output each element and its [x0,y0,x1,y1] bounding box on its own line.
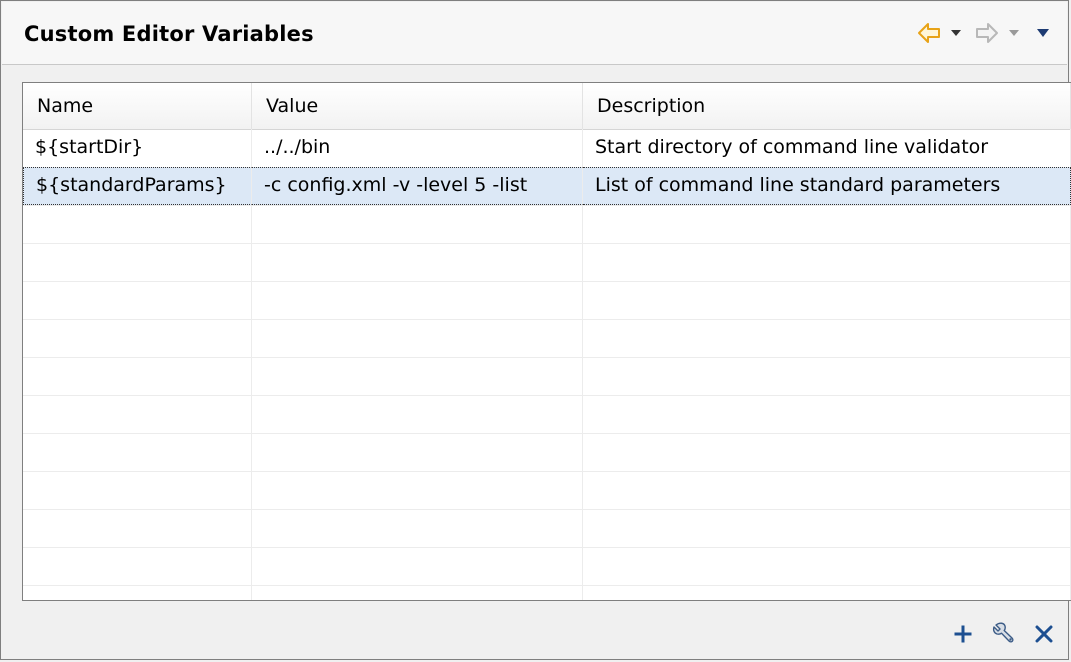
edit-variable-button[interactable] [990,621,1016,647]
cell-value: ../../bin [252,129,583,167]
view-menu-icon[interactable] [1037,29,1049,37]
empty-cell [23,357,252,395]
empty-cell [23,471,252,509]
plus-icon [954,625,972,643]
empty-row [23,243,1071,282]
empty-row [23,547,1071,586]
add-variable-button[interactable] [954,625,972,643]
empty-cell [252,471,583,509]
empty-cell [583,357,1071,395]
navigation-toolbar [917,22,1057,44]
empty-cell [252,243,583,281]
empty-cell [23,395,252,433]
custom-editor-variables-panel: Custom Editor Variables Name Value Descr… [0,0,1071,660]
empty-cell [252,509,583,547]
empty-cell [23,433,252,471]
empty-row [23,509,1071,548]
column-header-name[interactable]: Name [23,83,252,129]
empty-cell [583,395,1071,433]
empty-row [23,205,1071,244]
empty-row [23,471,1071,510]
empty-cell [252,357,583,395]
back-arrow-icon [918,23,940,43]
table-header: Name Value Description [23,83,1071,130]
forward-button[interactable] [975,22,999,44]
back-history-dropdown-icon[interactable] [951,30,961,36]
column-header-description[interactable]: Description [583,83,1071,129]
empty-cell [252,433,583,471]
empty-cell [583,471,1071,509]
column-header-value[interactable]: Value [252,83,583,129]
table-actions-toolbar [954,621,1054,647]
forward-arrow-icon [976,23,998,43]
empty-cell [583,281,1071,319]
empty-cell [583,319,1071,357]
empty-row [23,281,1071,320]
empty-cell [23,243,252,281]
empty-row [23,319,1071,358]
variables-table[interactable]: Name Value Description ${startDir} ../..… [22,82,1071,601]
close-icon [1035,625,1053,643]
empty-cell [23,319,252,357]
back-button[interactable] [917,22,941,44]
table-row-selected[interactable]: ${standardParams} -c config.xml -v -leve… [23,167,1071,206]
remove-variable-button[interactable] [1034,624,1054,644]
cell-description: List of command line standard parameters [583,167,1071,205]
wrench-icon [992,622,1014,643]
empty-row [23,433,1071,472]
empty-cell [23,281,252,319]
empty-cell [583,547,1071,585]
forward-history-dropdown-icon[interactable] [1009,30,1019,36]
cell-description: Start directory of command line validato… [583,129,1071,167]
empty-cell [252,395,583,433]
empty-cell [252,319,583,357]
empty-cell [23,509,252,547]
cell-value: -c config.xml -v -level 5 -list [252,167,583,205]
table-body: ${startDir} ../../bin Start directory of… [23,129,1071,600]
empty-cell [252,281,583,319]
title-bar: Custom Editor Variables [2,2,1067,65]
empty-cell [252,547,583,585]
empty-cell [23,585,252,600]
empty-cell [583,585,1071,600]
empty-row [23,395,1071,434]
panel-title: Custom Editor Variables [24,22,314,46]
empty-cell [583,205,1071,243]
empty-cell [252,205,583,243]
empty-cell [583,433,1071,471]
table-row[interactable]: ${startDir} ../../bin Start directory of… [23,129,1071,168]
cell-name: ${standardParams} [23,167,252,205]
empty-cell [583,509,1071,547]
empty-row [23,357,1071,396]
empty-cell [583,243,1071,281]
empty-cell [252,585,583,600]
empty-row [23,585,1071,600]
empty-cell [23,547,252,585]
cell-name: ${startDir} [23,129,252,167]
empty-cell [23,205,252,243]
